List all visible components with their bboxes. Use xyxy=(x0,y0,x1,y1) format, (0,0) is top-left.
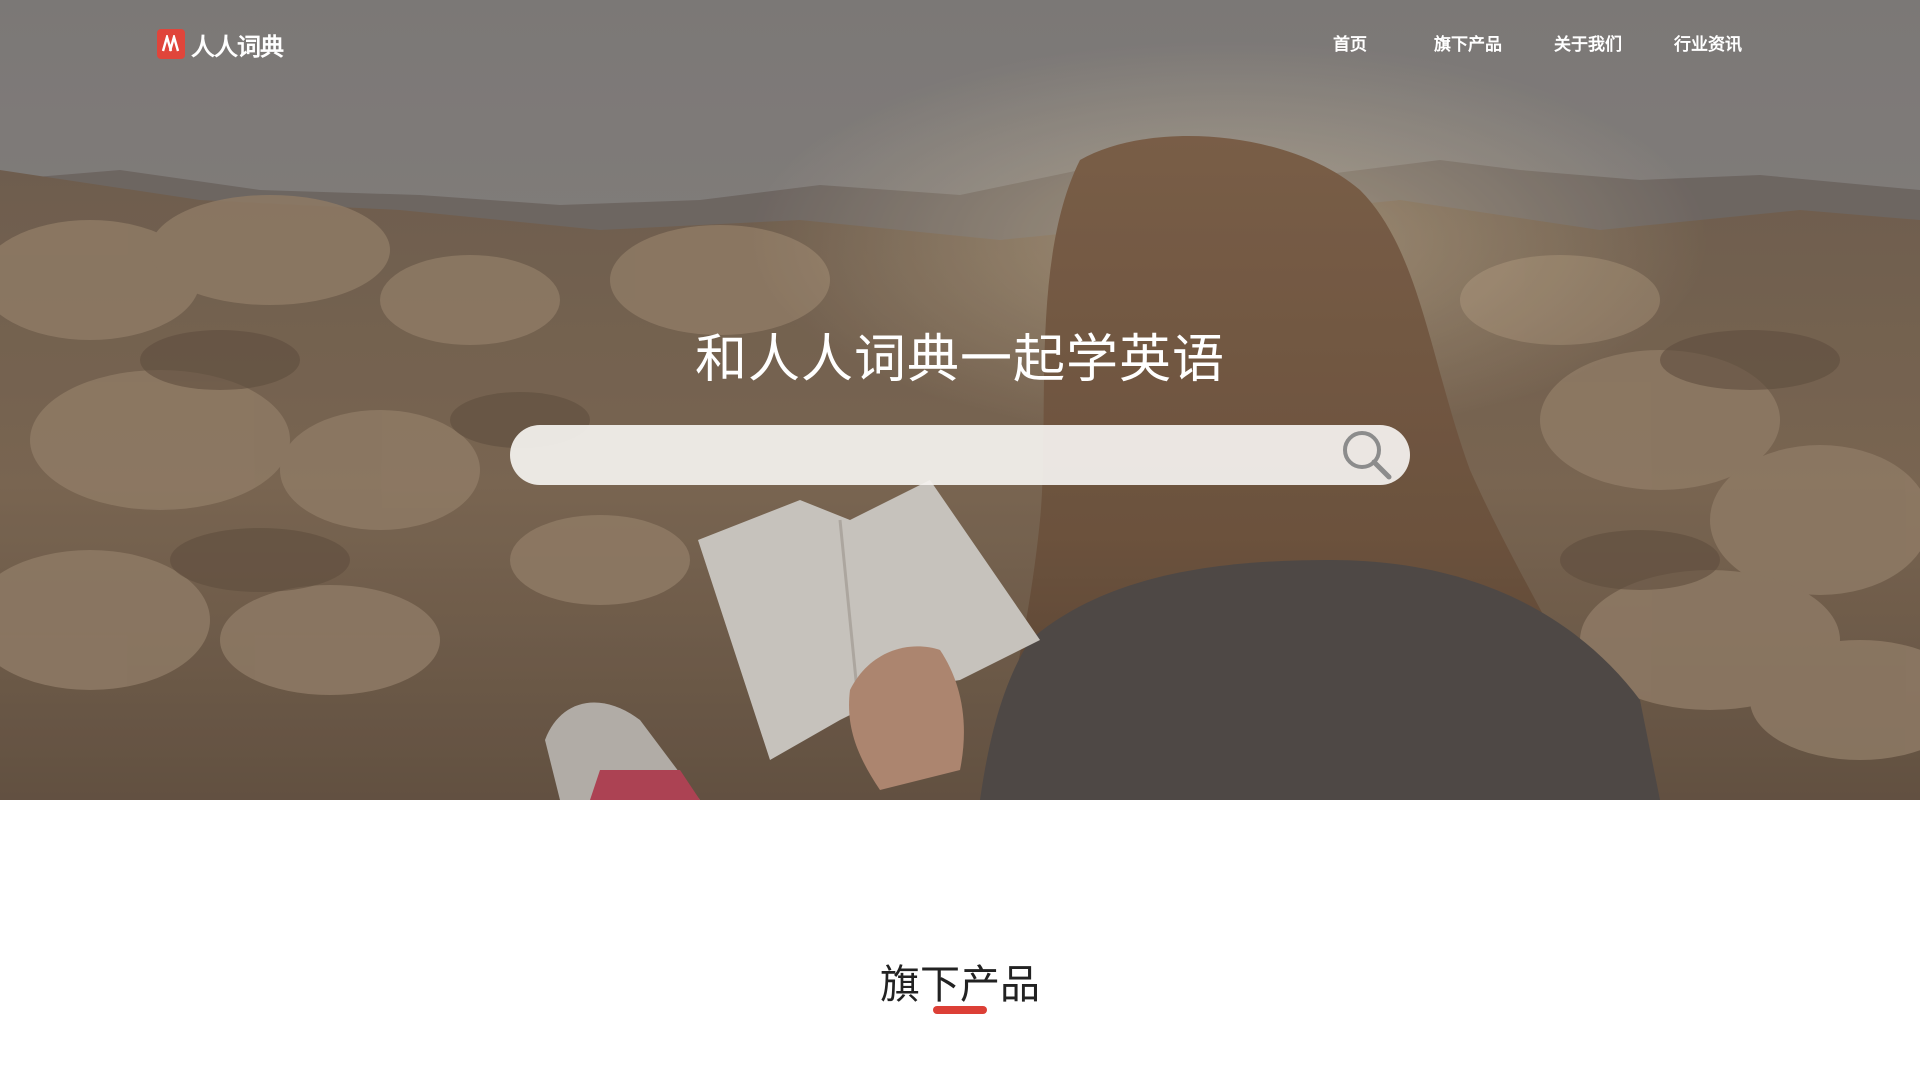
main-nav: 首页 旗下产品 关于我们 行业资讯 xyxy=(0,30,1920,58)
top-navbar: 人人词典 首页 旗下产品 关于我们 行业资讯 xyxy=(0,0,1920,86)
search-button[interactable] xyxy=(1332,425,1402,485)
search-input[interactable] xyxy=(510,425,1332,485)
search-bar xyxy=(510,425,1410,485)
products-section-title: 旗下产品 xyxy=(880,962,1040,1008)
hero-title: 和人人词典一起学英语 xyxy=(694,330,1225,390)
nav-home[interactable]: 首页 xyxy=(1333,30,1367,55)
hero-banner: 人人词典 首页 旗下产品 关于我们 行业资讯 和人人词典一起学英语 xyxy=(0,0,1920,800)
hero-background-image xyxy=(0,0,1920,800)
section-title-underline xyxy=(933,1006,987,1014)
nav-products[interactable]: 旗下产品 xyxy=(1434,30,1502,55)
nav-about-us[interactable]: 关于我们 xyxy=(1554,30,1622,55)
search-icon xyxy=(1343,431,1392,480)
nav-industry-news[interactable]: 行业资讯 xyxy=(1674,30,1742,55)
